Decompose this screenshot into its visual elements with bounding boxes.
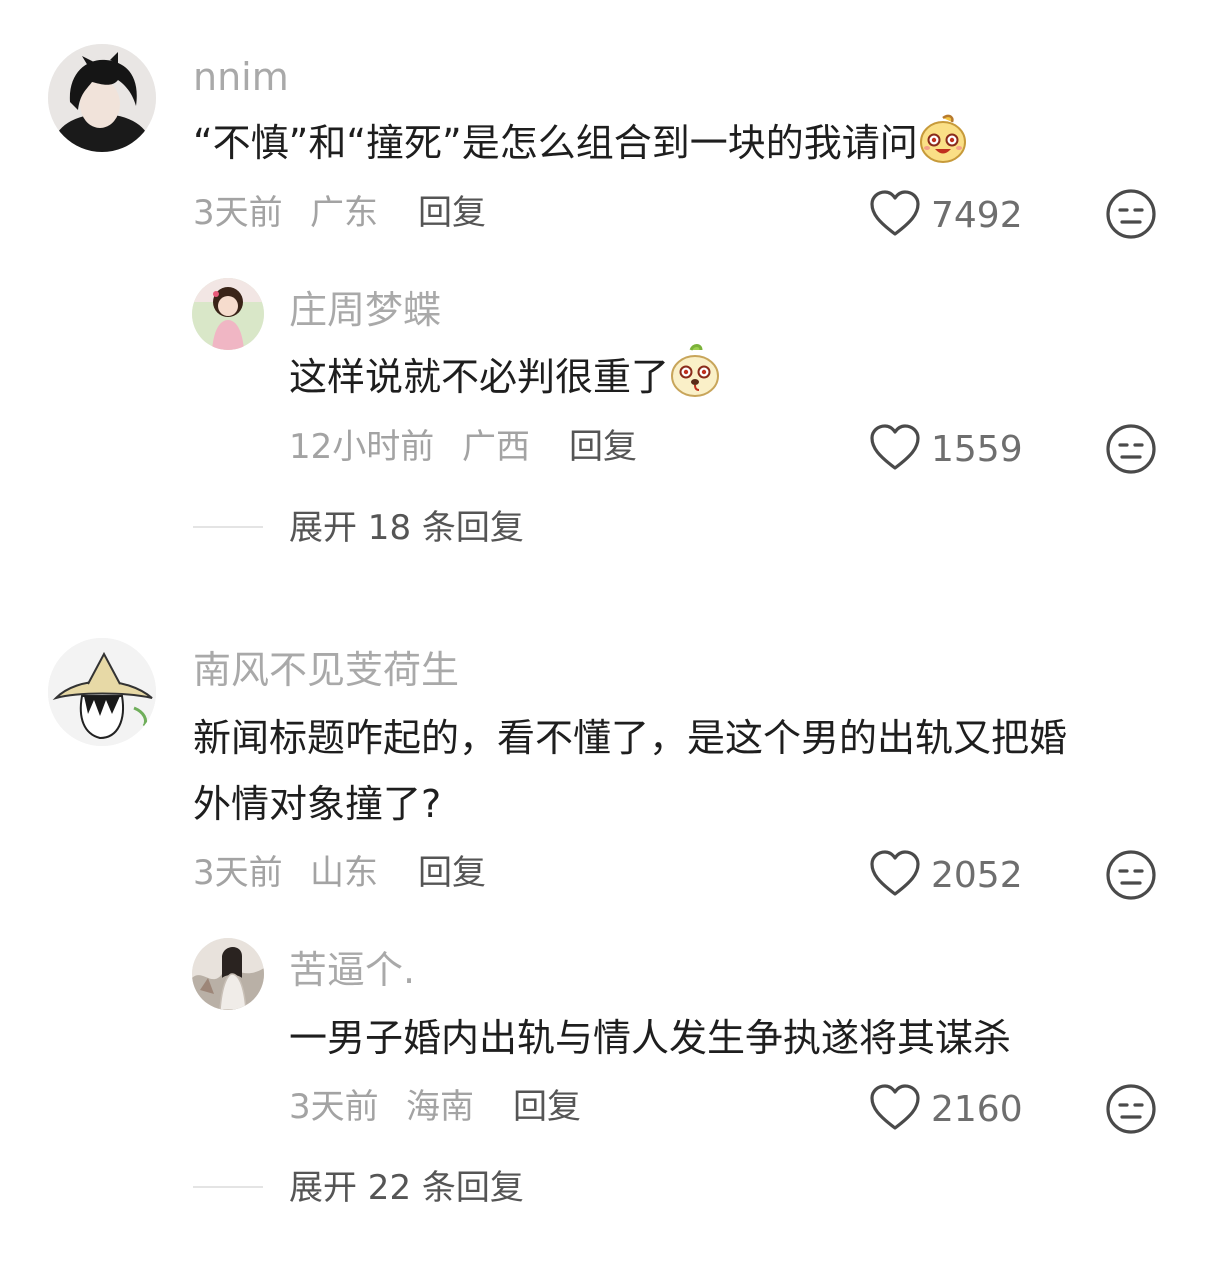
avatar-image — [192, 278, 264, 350]
comment-text-content: 这样说就不必判很重了 — [289, 355, 670, 399]
smiling-bun-emoji — [918, 112, 968, 184]
meh-face-icon — [1105, 424, 1157, 479]
dislike-button[interactable] — [1105, 423, 1157, 475]
comment-time: 3天前 — [193, 853, 283, 893]
like-button[interactable]: 2160 — [869, 1084, 1023, 1136]
comment-text-content: “不慎”和“撞死”是怎么组合到一块的我请问 — [193, 121, 918, 165]
expand-replies-button[interactable]: 展开 18 条回复 — [289, 511, 524, 545]
comment-text: 新闻标题咋起的，看不懂了，是这个男的出轨又把婚 外情对象撞了? — [193, 705, 1067, 837]
avatar[interactable] — [48, 638, 156, 746]
avatar-image — [192, 938, 264, 1010]
heart-icon — [869, 424, 921, 476]
comment-location: 广西 — [462, 427, 530, 467]
avatar-image — [48, 44, 156, 152]
like-button[interactable]: 2052 — [869, 850, 1023, 902]
comment-location: 山东 — [310, 853, 378, 893]
comment-text: “不慎”和“撞死”是怎么组合到一块的我请问 — [193, 110, 968, 184]
meh-face-icon — [1105, 1084, 1157, 1139]
username[interactable]: 庄周梦蝶 — [289, 291, 441, 329]
like-count: 1559 — [931, 429, 1023, 470]
heart-icon — [869, 190, 921, 242]
comment-text: 一男子婚内出轨与情人发生争执遂将其谋杀 — [289, 1016, 1012, 1060]
like-button[interactable]: 7492 — [869, 190, 1023, 242]
reply-button[interactable]: 回复 — [513, 1090, 581, 1124]
like-button[interactable]: 1559 — [869, 424, 1023, 476]
expand-divider — [193, 526, 263, 528]
username[interactable]: 南风不见芰荷生 — [193, 651, 459, 689]
comment-location: 海南 — [406, 1087, 474, 1127]
avatar[interactable] — [192, 938, 264, 1010]
comment-text-line: 新闻标题咋起的，看不懂了，是这个男的出轨又把婚 — [193, 716, 1068, 760]
comment-time: 12小时前 — [289, 427, 435, 467]
heart-icon — [869, 850, 921, 902]
like-count: 2160 — [931, 1089, 1023, 1130]
avatar-image — [48, 638, 156, 746]
meh-face-icon — [1105, 850, 1157, 905]
comment-text-line: 外情对象撞了? — [193, 782, 442, 826]
username[interactable]: nnim — [193, 58, 289, 96]
reply-button[interactable]: 回复 — [569, 430, 637, 464]
dog-bun-emoji — [669, 344, 721, 418]
avatar[interactable] — [192, 278, 264, 350]
like-count: 7492 — [931, 195, 1023, 236]
comment-location: 广东 — [310, 193, 378, 233]
username[interactable]: 苦逼个. — [289, 951, 415, 989]
reply-button[interactable]: 回复 — [418, 856, 486, 890]
like-count: 2052 — [931, 855, 1023, 896]
expand-divider — [193, 1186, 263, 1188]
expand-replies-button[interactable]: 展开 22 条回复 — [289, 1171, 524, 1205]
dislike-button[interactable] — [1105, 849, 1157, 901]
dislike-button[interactable] — [1105, 188, 1157, 240]
heart-icon — [869, 1084, 921, 1136]
comment-time: 3天前 — [289, 1087, 379, 1127]
comment-time: 3天前 — [193, 193, 283, 233]
dislike-button[interactable] — [1105, 1083, 1157, 1135]
comment-text: 这样说就不必判很重了 — [289, 344, 721, 418]
meh-face-icon — [1105, 189, 1157, 244]
reply-button[interactable]: 回复 — [418, 196, 486, 230]
avatar[interactable] — [48, 44, 156, 152]
